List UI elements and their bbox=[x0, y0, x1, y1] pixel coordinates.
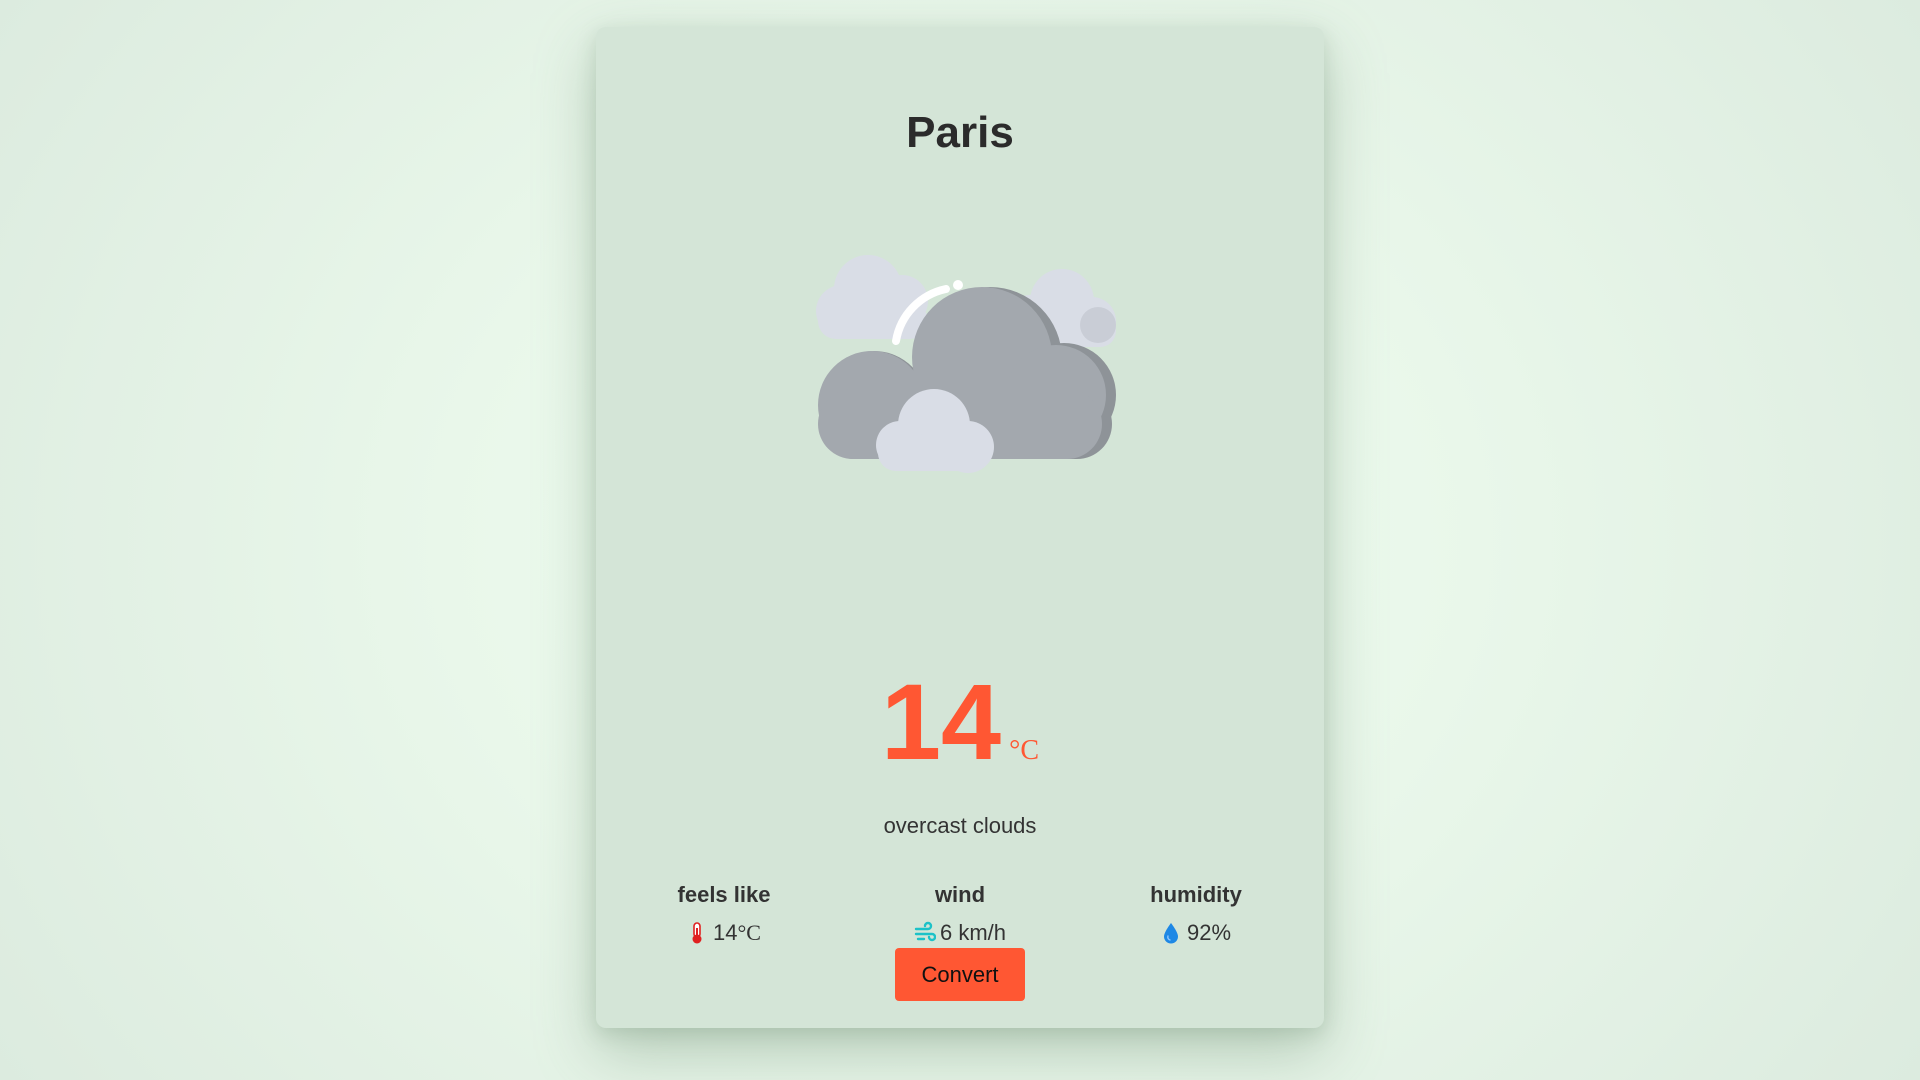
stat-wind: wind 6 km/h bbox=[850, 881, 1070, 947]
stat-humidity: humidity 92% bbox=[1086, 881, 1306, 947]
humidity-label: humidity bbox=[1150, 882, 1242, 907]
weather-description: overcast clouds bbox=[883, 813, 1037, 838]
feels-like-value: 14°C bbox=[713, 920, 761, 945]
feels-like-label: feels like bbox=[677, 882, 771, 907]
feels-like-value-row: 14°C bbox=[614, 919, 834, 947]
wind-value-row: 6 km/h bbox=[850, 919, 1070, 947]
city-name: Paris bbox=[906, 108, 1014, 157]
temperature-unit: °C bbox=[1009, 735, 1039, 766]
wind-value: 6 km/h bbox=[939, 920, 1007, 945]
stat-feels-like: feels like 14°C bbox=[614, 881, 834, 947]
temperature-value: 14 bbox=[880, 661, 1002, 782]
temperature-display: 14 °C bbox=[596, 667, 1324, 777]
wind-label: wind bbox=[934, 882, 986, 907]
humidity-value-row: 92% bbox=[1086, 919, 1306, 947]
overcast-clouds-icon bbox=[802, 219, 1118, 489]
thermometer-icon bbox=[687, 921, 707, 945]
convert-button[interactable]: Convert bbox=[895, 948, 1025, 1001]
water-drop-icon bbox=[1161, 921, 1181, 945]
wind-icon bbox=[914, 921, 937, 945]
humidity-value: 92% bbox=[1186, 920, 1232, 945]
weather-card: Paris 14 °C overcast clouds feels like 1… bbox=[596, 27, 1324, 1028]
